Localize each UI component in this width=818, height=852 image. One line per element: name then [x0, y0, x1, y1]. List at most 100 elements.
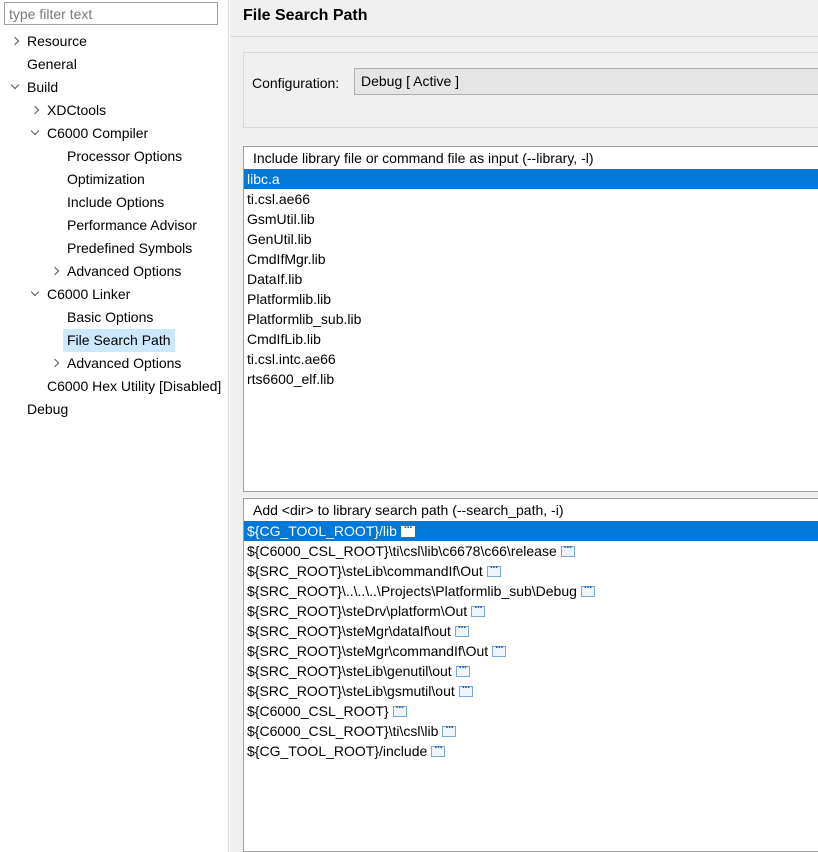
search-path-text: ${C6000_CSL_ROOT}\ti\csl\lib [247, 723, 439, 739]
search-path-text: ${CG_TOOL_ROOT}/lib [247, 523, 397, 539]
chevron-right-icon[interactable] [30, 99, 42, 122]
chevron-down-icon[interactable] [10, 76, 22, 99]
library-list-item[interactable]: CmdIfMgr.lib [244, 249, 818, 269]
tree-item-label: File Search Path [63, 329, 175, 352]
search-path-text: ${SRC_ROOT}\steLib\genutil\out [247, 663, 452, 679]
more-icon [471, 601, 486, 617]
chevron-right-icon[interactable] [50, 352, 62, 375]
search-path-list-item[interactable]: ${SRC_ROOT}\..\..\..\Projects\Platformli… [244, 581, 818, 601]
more-icon [486, 561, 501, 577]
search-path-list-item[interactable]: ${CG_TOOL_ROOT}/include [244, 741, 818, 761]
tree-item-compiler-advanced-options[interactable]: Advanced Options [0, 260, 228, 283]
search-path-text: ${SRC_ROOT}\steMgr\dataIf\out [247, 623, 451, 639]
chevron-down-icon[interactable] [30, 283, 42, 306]
chevron-right-icon[interactable] [50, 260, 62, 283]
tree-item-label: Performance Advisor [67, 217, 197, 233]
configuration-dropdown[interactable]: Debug [ Active ] [354, 68, 818, 95]
search-path-list: ${CG_TOOL_ROOT}/lib ${C6000_CSL_ROOT}\ti\… [244, 521, 818, 761]
library-list-panel: Include library file or command file as … [243, 146, 818, 492]
more-icon [392, 701, 407, 717]
more-icon [560, 541, 575, 557]
search-path-text: ${C6000_CSL_ROOT}\ti\csl\lib\c6678\c66\r… [247, 543, 557, 559]
search-path-text: ${CG_TOOL_ROOT}/include [247, 743, 428, 759]
tree-item-performance-advisor[interactable]: Performance Advisor [0, 214, 228, 237]
library-list-item[interactable]: ti.csl.intc.ae66 [244, 349, 818, 369]
tree-item-file-search-path[interactable]: File Search Path [0, 329, 228, 352]
search-path-list-item[interactable]: ${C6000_CSL_ROOT} [244, 701, 818, 721]
chevron-down-icon[interactable] [30, 122, 42, 145]
more-icon [442, 721, 457, 737]
library-list-item[interactable]: rts6600_elf.lib [244, 369, 818, 389]
library-list-item[interactable]: Platformlib_sub.lib [244, 309, 818, 329]
library-list-item[interactable]: libc.a [244, 169, 818, 189]
search-path-list-item[interactable]: ${SRC_ROOT}\steLib\genutil\out [244, 661, 818, 681]
library-list-item[interactable]: ti.csl.ae66 [244, 189, 818, 209]
search-path-list-header: Add <dir> to library search path (--sear… [244, 499, 818, 521]
search-path-list-item[interactable]: ${SRC_ROOT}\steMgr\commandIf\Out [244, 641, 818, 661]
library-list-item[interactable]: DataIf.lib [244, 269, 818, 289]
tree-item-label: General [27, 56, 77, 72]
search-path-list-item[interactable]: ${C6000_CSL_ROOT}\ti\csl\lib [244, 721, 818, 741]
tree-item-label: C6000 Compiler [47, 125, 149, 141]
tree-item-c6000-linker[interactable]: C6000 Linker [0, 283, 228, 306]
search-path-text: ${SRC_ROOT}\..\..\..\Projects\Platformli… [247, 583, 577, 599]
tree-item-label: XDCtools [47, 102, 107, 118]
properties-tree: Resource General Build XDCtools C6000 Compil… [0, 30, 228, 421]
tree-item-label: Build [27, 79, 59, 95]
chevron-right-icon[interactable] [10, 30, 22, 53]
more-icon [455, 661, 470, 677]
tree-item-build[interactable]: Build [0, 76, 228, 99]
library-list-item[interactable]: GenUtil.lib [244, 229, 818, 249]
search-path-list-item[interactable]: ${SRC_ROOT}\steDrv\platform\Out [244, 601, 818, 621]
tree-item-linker-advanced-options[interactable]: Advanced Options [0, 352, 228, 375]
search-path-list-item[interactable]: ${SRC_ROOT}\steLib\commandIf\Out [244, 561, 818, 581]
tree-item-label: Debug [27, 401, 69, 417]
page-title: File Search Path [243, 7, 368, 24]
library-list-header: Include library file or command file as … [244, 147, 818, 169]
tree-item-label: Advanced Options [67, 263, 182, 279]
more-icon [431, 741, 446, 757]
tree-item-xdctools[interactable]: XDCtools [0, 99, 228, 122]
tree-item-debug[interactable]: Debug [0, 398, 228, 421]
tree-item-c6000-compiler[interactable]: C6000 Compiler [0, 122, 228, 145]
tree-item-label: Predefined Symbols [67, 240, 193, 256]
configuration-value: Debug [ Active ] [361, 73, 460, 89]
tree-item-general[interactable]: General [0, 53, 228, 76]
search-path-list-panel: Add <dir> to library search path (--sear… [243, 498, 818, 852]
search-path-list-item[interactable]: ${CG_TOOL_ROOT}/lib [244, 521, 818, 541]
tree-item-resource[interactable]: Resource [0, 30, 228, 53]
library-list: libc.a ti.csl.ae66 GsmUtil.lib GenUtil.lib C… [244, 169, 818, 389]
filter-input[interactable] [4, 2, 218, 25]
tree-item-basic-options[interactable]: Basic Options [0, 306, 228, 329]
more-icon [458, 681, 473, 697]
more-icon [492, 641, 507, 657]
tree-item-include-options[interactable]: Include Options [0, 191, 228, 214]
tree-item-label: Processor Options [67, 148, 183, 164]
configuration-label: Configuration: [252, 75, 340, 91]
search-path-text: ${SRC_ROOT}\steMgr\commandIf\Out [247, 643, 489, 659]
library-list-item[interactable]: CmdIfLib.lib [244, 329, 818, 349]
tree-item-label: Advanced Options [67, 355, 182, 371]
search-path-text: ${SRC_ROOT}\steDrv\platform\Out [247, 603, 468, 619]
tree-item-predefined-symbols[interactable]: Predefined Symbols [0, 237, 228, 260]
library-list-item[interactable]: GsmUtil.lib [244, 209, 818, 229]
search-path-list-item[interactable]: ${SRC_ROOT}\steLib\gsmutil\out [244, 681, 818, 701]
tree-item-label: Optimization [67, 171, 145, 187]
search-path-text: ${SRC_ROOT}\steLib\gsmutil\out [247, 683, 455, 699]
tree-item-c6000-hex-utility[interactable]: C6000 Hex Utility [Disabled] [0, 375, 228, 398]
search-path-list-item[interactable]: ${C6000_CSL_ROOT}\ti\csl\lib\c6678\c66\r… [244, 541, 818, 561]
tree-item-label: Include Options [67, 194, 165, 210]
property-page: File Search Path Configuration: Debug [ … [230, 0, 818, 852]
more-icon [580, 581, 595, 597]
search-path-text: ${SRC_ROOT}\steLib\commandIf\Out [247, 563, 483, 579]
configuration-group: Configuration: Debug [ Active ] [243, 52, 818, 128]
properties-tree-panel: Resource General Build XDCtools C6000 Compil… [0, 0, 229, 852]
tree-item-label: C6000 Hex Utility [Disabled] [47, 378, 222, 394]
search-path-list-item[interactable]: ${SRC_ROOT}\steMgr\dataIf\out [244, 621, 818, 641]
tree-item-processor-options[interactable]: Processor Options [0, 145, 228, 168]
search-path-text: ${C6000_CSL_ROOT} [247, 703, 389, 719]
tree-item-optimization[interactable]: Optimization [0, 168, 228, 191]
library-list-item[interactable]: Platformlib.lib [244, 289, 818, 309]
tree-item-label: Basic Options [67, 309, 154, 325]
tree-item-label: Resource [27, 33, 87, 49]
